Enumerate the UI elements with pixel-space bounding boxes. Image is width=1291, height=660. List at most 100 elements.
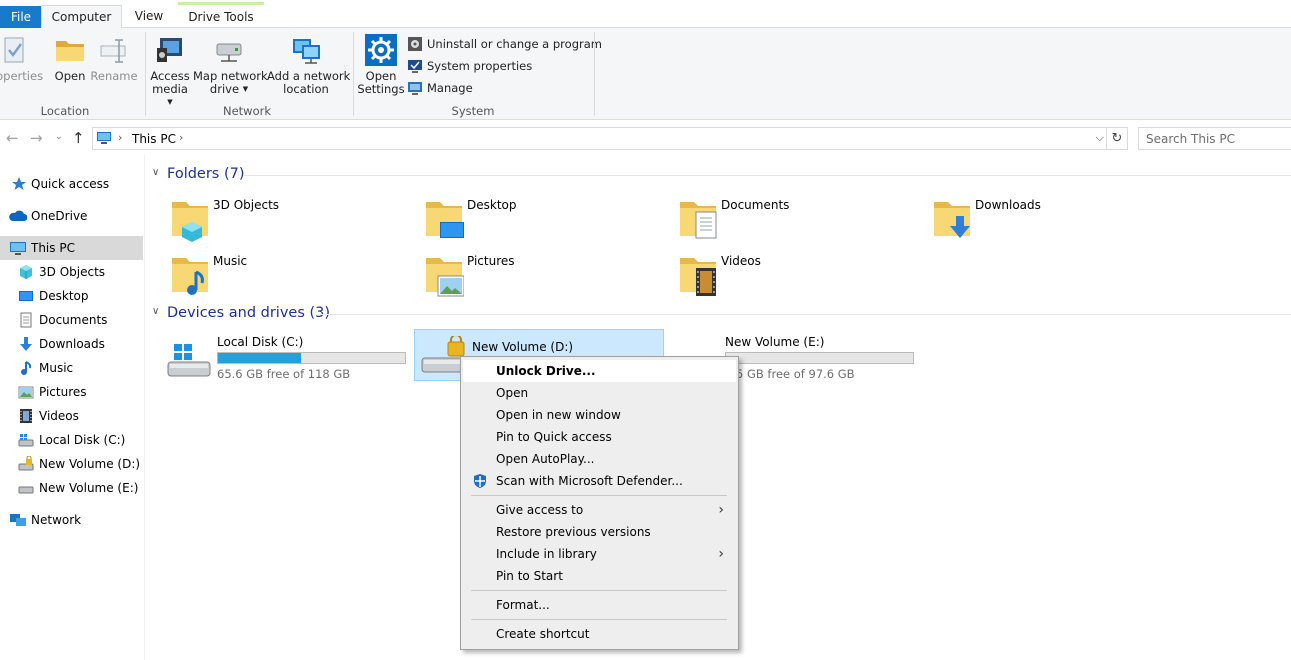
drive-usage-fill xyxy=(218,353,301,363)
picture-icon xyxy=(18,384,34,400)
nav-item-quick-access[interactable]: Quick access xyxy=(0,172,143,196)
nav-item-onedrive[interactable]: OneDrive xyxy=(0,204,143,228)
properties-button[interactable]: Properties xyxy=(0,34,48,83)
ribbon: Properties Open Rename Location Access m… xyxy=(0,28,1291,120)
open-settings-button[interactable]: Open Settings xyxy=(357,34,405,96)
nav-item-videos[interactable]: Videos xyxy=(0,404,143,428)
windows-drive-icon xyxy=(166,342,212,382)
document-icon xyxy=(18,312,34,328)
drive-icon xyxy=(18,480,34,496)
address-bar[interactable]: › This PC › ⌵ xyxy=(92,127,1107,150)
folder-downloads[interactable]: Downloads xyxy=(928,194,1178,246)
menu-separator xyxy=(471,495,727,496)
properties-icon xyxy=(0,34,30,66)
network-icon xyxy=(9,512,26,528)
tab-view[interactable]: View xyxy=(124,5,174,28)
network-location-icon xyxy=(290,34,322,66)
download-arrow-icon xyxy=(18,336,34,352)
menu-item-restore-versions[interactable]: Restore previous versions xyxy=(463,521,736,543)
chevron-down-icon[interactable]: ∨ xyxy=(152,167,159,178)
folder-videos[interactable]: Videos xyxy=(674,250,924,302)
ribbon-separator xyxy=(353,32,354,116)
tab-computer[interactable]: Computer xyxy=(41,5,122,29)
nav-item-new-volume-e[interactable]: New Volume (E:) xyxy=(0,476,143,500)
access-media-button[interactable]: Access media ▼ xyxy=(148,34,192,109)
tab-drive-tools[interactable]: Drive Tools xyxy=(178,2,264,28)
menu-item-open[interactable]: Open xyxy=(463,382,736,404)
menu-item-open-new-window[interactable]: Open in new window xyxy=(463,404,736,426)
folder-downloads-icon xyxy=(932,198,972,242)
folders-section-header[interactable]: ∨ Folders (7) xyxy=(152,166,245,182)
cube-icon xyxy=(18,264,34,280)
menu-item-unlock-drive[interactable]: Unlock Drive... xyxy=(463,360,736,382)
nav-item-this-pc[interactable]: This PC xyxy=(0,236,143,260)
group-label-location: Location xyxy=(40,104,90,118)
group-label-network: Network xyxy=(222,104,272,118)
computer-icon xyxy=(96,131,112,145)
menu-item-open-autoplay[interactable]: Open AutoPlay... xyxy=(463,448,736,470)
menu-item-pin-start[interactable]: Pin to Start xyxy=(463,565,736,587)
rename-icon xyxy=(98,34,130,66)
folder-music[interactable]: Music xyxy=(166,250,416,302)
system-properties-icon xyxy=(407,58,423,74)
nav-item-documents[interactable]: Documents xyxy=(0,308,143,332)
folder-pictures-icon xyxy=(424,254,465,298)
breadcrumb-this-pc[interactable]: This PC xyxy=(132,132,176,146)
breadcrumb-chevron-icon[interactable]: › xyxy=(179,131,183,144)
drive-usage-bar xyxy=(725,352,914,364)
chevron-right-icon: › xyxy=(718,502,724,518)
open-folder-icon xyxy=(54,34,86,66)
folder-desktop-icon xyxy=(424,198,464,242)
drive-local-disk-c[interactable]: Local Disk (C:) 65.6 GB free of 118 GB xyxy=(160,332,410,384)
menu-item-give-access[interactable]: Give access to › xyxy=(463,499,736,521)
map-network-drive-button[interactable]: Map network drive ▼ xyxy=(193,34,268,96)
chevron-right-icon: › xyxy=(718,546,724,562)
nav-item-network[interactable]: Network xyxy=(0,508,143,532)
back-arrow-icon[interactable]: ← xyxy=(6,129,19,147)
recent-locations-chevron-icon[interactable]: ⌄ xyxy=(55,132,63,142)
windows-drive-icon xyxy=(18,432,34,448)
refresh-icon[interactable]: ↻ xyxy=(1107,127,1128,150)
chevron-down-icon[interactable]: ∨ xyxy=(152,306,159,317)
nav-item-pictures[interactable]: Pictures xyxy=(0,380,143,404)
folder-documents-icon xyxy=(678,198,718,242)
rename-button[interactable]: Rename xyxy=(90,34,138,83)
menu-item-pin-quick-access[interactable]: Pin to Quick access xyxy=(463,426,736,448)
nav-item-new-volume-d[interactable]: New Volume (D:) xyxy=(0,452,143,476)
folder-3d-objects-icon xyxy=(170,198,210,242)
film-icon xyxy=(18,408,34,424)
defender-shield-icon xyxy=(472,473,488,489)
folder-3d-objects[interactable]: 3D Objects xyxy=(166,194,416,246)
menu-item-create-shortcut[interactable]: Create shortcut xyxy=(463,623,736,645)
drive-usage-bar xyxy=(217,352,406,364)
menu-separator xyxy=(471,590,727,591)
nav-item-local-disk-c[interactable]: Local Disk (C:) xyxy=(0,428,143,452)
address-dropdown-icon[interactable]: ⌵ xyxy=(1096,131,1104,145)
open-button[interactable]: Open xyxy=(52,34,88,83)
folder-documents[interactable]: Documents xyxy=(674,194,924,246)
nav-item-music[interactable]: Music xyxy=(0,356,143,380)
forward-arrow-icon[interactable]: → xyxy=(30,129,43,147)
menu-item-format[interactable]: Format... xyxy=(463,594,736,616)
menu-separator xyxy=(471,619,727,620)
menu-item-include-library[interactable]: Include in library › xyxy=(463,543,736,565)
context-menu: Unlock Drive... Open Open in new window … xyxy=(460,356,739,650)
nav-item-downloads[interactable]: Downloads xyxy=(0,332,143,356)
nav-item-desktop[interactable]: Desktop xyxy=(0,284,143,308)
navigation-pane: Quick access OneDrive This PC 3D Objects… xyxy=(0,155,145,660)
menu-item-scan-defender[interactable]: Scan with Microsoft Defender... xyxy=(463,470,736,492)
section-divider xyxy=(244,175,1291,176)
tab-file[interactable]: File xyxy=(0,6,42,29)
ribbon-separator xyxy=(145,32,146,116)
folder-desktop[interactable]: Desktop xyxy=(420,194,670,246)
drives-section-header[interactable]: ∨ Devices and drives (3) xyxy=(152,305,330,321)
nav-item-3d-objects[interactable]: 3D Objects xyxy=(0,260,143,284)
breadcrumb-chevron-icon[interactable]: › xyxy=(118,131,122,144)
folder-videos-icon xyxy=(678,254,718,298)
cloud-icon xyxy=(9,208,28,224)
search-input[interactable]: Search This PC xyxy=(1138,127,1291,150)
folder-pictures[interactable]: Pictures xyxy=(420,250,670,302)
add-network-location-button[interactable]: Add a network location xyxy=(267,34,350,96)
up-arrow-icon[interactable]: ↑ xyxy=(72,129,85,147)
group-label-system: System xyxy=(451,104,495,118)
